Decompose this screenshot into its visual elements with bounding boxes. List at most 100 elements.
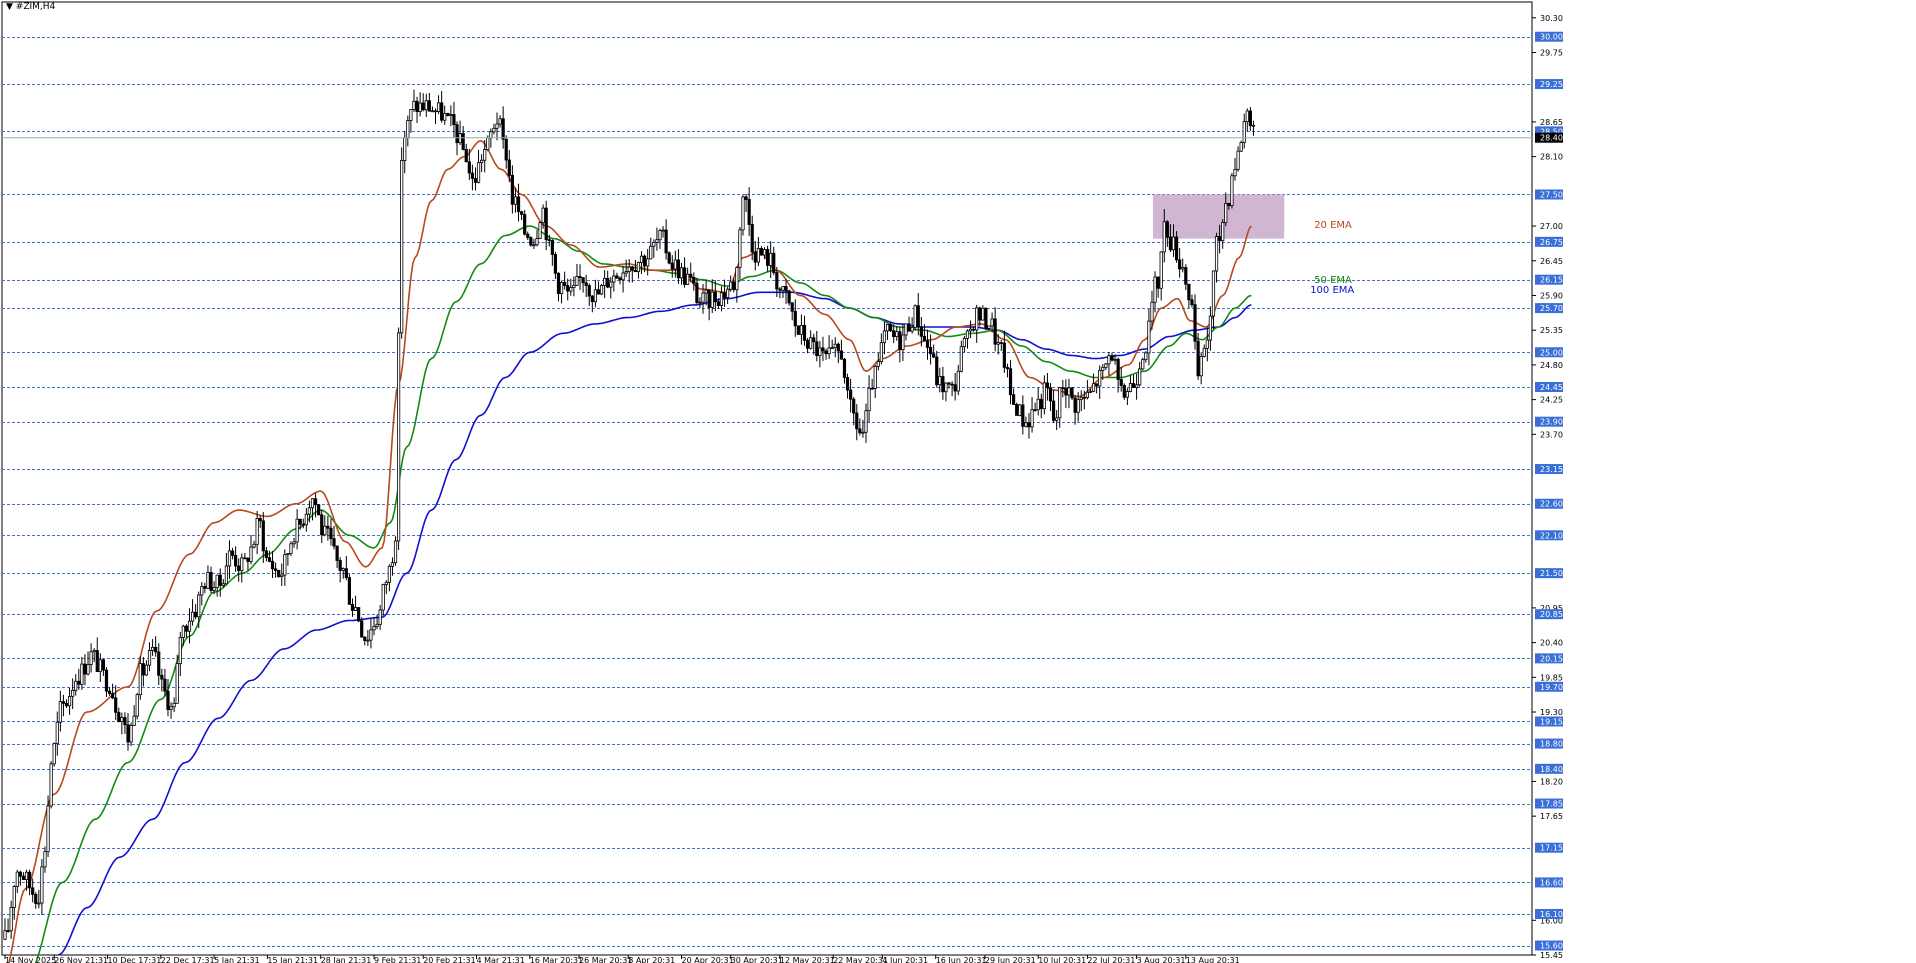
candle-body	[104, 669, 109, 692]
price-level-label: 26.15	[1540, 276, 1563, 285]
candle-body	[49, 763, 53, 807]
candle-body	[1008, 368, 1013, 396]
candle-body	[793, 310, 797, 327]
candle-body	[18, 871, 22, 877]
candle-body	[664, 229, 668, 254]
candle-body	[962, 337, 967, 348]
x-tick-label: 16 Mar 20:31	[530, 956, 583, 963]
ema-50-line	[34, 225, 1252, 963]
candle-body	[24, 871, 29, 881]
candle-body	[581, 277, 585, 284]
ema-50-line-group	[34, 225, 1252, 963]
candle-body	[541, 207, 545, 224]
candle-body	[1079, 396, 1083, 400]
candle-body	[1205, 339, 1209, 349]
candle-body	[864, 410, 868, 433]
candle-body	[569, 287, 573, 292]
candle-body	[593, 289, 598, 303]
candle-body	[292, 541, 296, 545]
candle-body	[981, 307, 985, 321]
candle-body	[944, 382, 948, 393]
candle-body	[347, 577, 352, 605]
time-axis[interactable]: 14 Nov 202526 Nov 21:31 10 Dec 17:31 22 De…	[4, 955, 1240, 963]
candle-body	[1211, 270, 1216, 317]
candle-body	[738, 229, 742, 268]
candle-body	[307, 507, 312, 515]
candle-body	[953, 384, 957, 392]
candle-body	[753, 251, 757, 263]
candle-body	[273, 568, 278, 571]
candle-body	[919, 326, 923, 337]
candle-body	[289, 543, 293, 554]
candle-body	[1165, 221, 1169, 238]
candle-body	[61, 701, 66, 704]
candle-body	[418, 102, 422, 113]
chart-title[interactable]: ▼ #ZIM,H4	[6, 2, 55, 12]
candle-body	[80, 663, 84, 685]
candle-body	[824, 350, 828, 355]
candle-body	[267, 557, 272, 562]
candle-body	[424, 100, 428, 111]
candle-body	[833, 343, 837, 349]
candle-body	[639, 255, 644, 263]
x-tick-label: 26 Mar 20:31	[579, 956, 632, 963]
candle-body	[240, 557, 244, 572]
candle-body	[858, 428, 862, 434]
candle-body	[658, 230, 662, 241]
candle-body	[624, 271, 628, 274]
candle-body	[968, 328, 973, 332]
candle-body	[796, 325, 800, 335]
candle-body	[390, 562, 395, 567]
candle-body	[784, 286, 788, 292]
candle-body	[1230, 175, 1234, 206]
candle-body	[695, 282, 699, 303]
candle-body	[304, 513, 308, 526]
candle-body	[938, 376, 942, 386]
price-chart[interactable]: 30.30 29.75 28.65 28.10 27.00 26.45 25.90 25.35…	[0, 0, 1916, 963]
candle-body	[959, 346, 963, 372]
candle-body	[916, 305, 920, 328]
candle-body	[649, 245, 653, 260]
triangle-down-icon[interactable]: ▼	[6, 2, 13, 12]
candle-body	[790, 302, 794, 312]
candle-body	[762, 249, 767, 256]
price-level-label: 17.85	[1540, 800, 1563, 809]
price-axis[interactable]: 30.30 29.75 28.65 28.10 27.00 26.45 25.90 25.35…	[2, 14, 1563, 960]
candle-body	[809, 337, 813, 349]
candle-body	[123, 717, 127, 726]
candle-body	[618, 277, 622, 281]
x-tick-label: 8 Apr 20:31	[628, 956, 675, 963]
candle-body	[686, 273, 690, 285]
candle-body	[679, 267, 684, 279]
candle-body	[741, 196, 745, 231]
x-tick-label: 22 Dec 17:31	[161, 956, 215, 963]
candle-body	[264, 550, 268, 559]
candle-body	[9, 906, 13, 932]
candle-body	[547, 239, 551, 242]
candle-body	[427, 100, 431, 112]
candle-body	[670, 262, 674, 270]
candle-body	[1125, 391, 1129, 398]
candle-body	[842, 358, 847, 378]
candle-body	[578, 276, 582, 278]
candle-body	[1174, 236, 1179, 261]
candle-body	[37, 902, 41, 905]
candle-body	[21, 875, 26, 881]
candle-body	[86, 664, 90, 675]
candle-body	[830, 347, 834, 350]
candle-body	[218, 574, 222, 586]
candle-body	[1045, 382, 1050, 389]
candle-body	[990, 318, 994, 327]
y-tick-label: 17.65	[1540, 812, 1563, 821]
candle-body	[129, 725, 133, 743]
candle-body	[584, 282, 588, 286]
candle-body	[1082, 396, 1086, 399]
price-level-label: 19.70	[1540, 683, 1563, 692]
candle-body	[556, 272, 561, 294]
candle-body	[956, 370, 960, 392]
candle-body	[40, 866, 44, 904]
candle-body	[1012, 394, 1016, 405]
candle-body	[510, 174, 514, 205]
candle-body	[523, 214, 527, 235]
candle-body	[190, 611, 195, 622]
